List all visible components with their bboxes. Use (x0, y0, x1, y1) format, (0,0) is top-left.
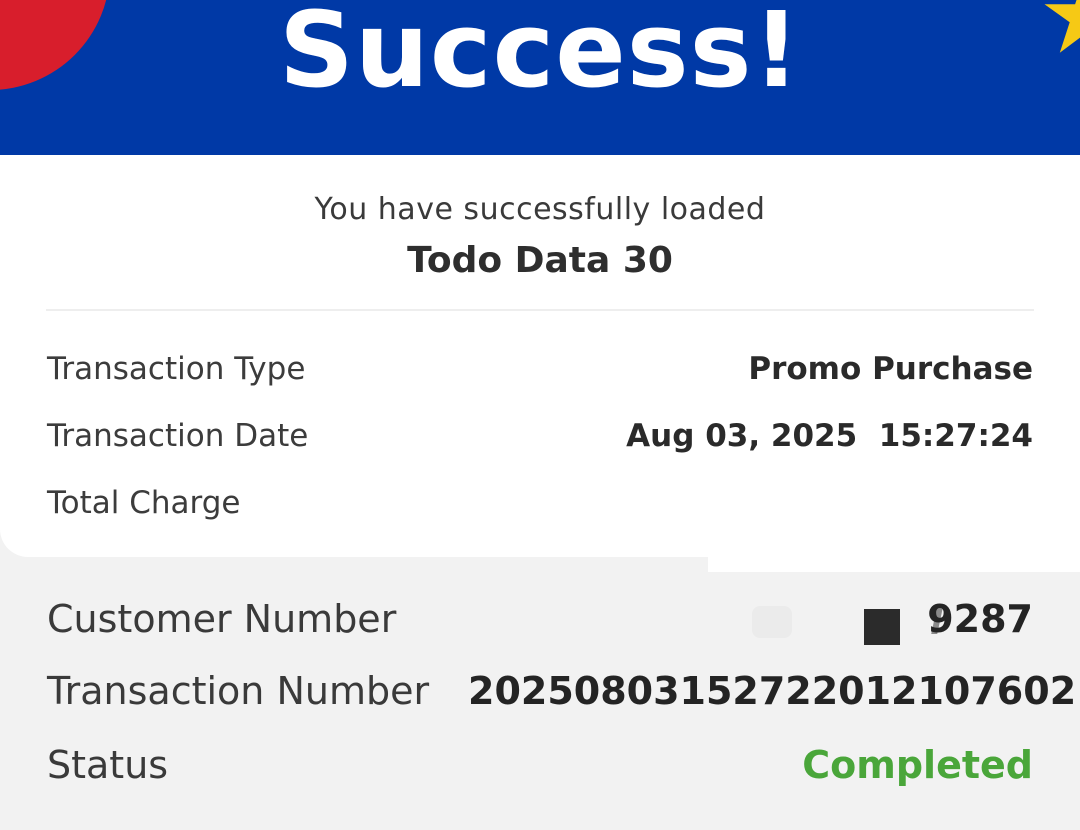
customer-number-label: Customer Number (47, 597, 397, 641)
customer-number-value: 9287 (927, 597, 1033, 641)
success-title: Success! (278, 0, 801, 111)
transaction-type-label: Transaction Type (47, 351, 306, 387)
success-banner: Success! (0, 0, 1080, 155)
transaction-number-label: Transaction Number (47, 669, 430, 713)
transaction-type-value: Promo Purchase (748, 351, 1033, 387)
total-charge-label: Total Charge (47, 485, 241, 521)
transaction-date-value: Aug 03, 2025 15:27:24 (626, 418, 1033, 454)
transaction-number-value: 202508031527220121076021821 (468, 669, 1080, 713)
divider (46, 309, 1034, 311)
redaction-smudge (752, 606, 792, 638)
product-name: Todo Data 30 (407, 240, 673, 281)
status-label: Status (47, 743, 169, 787)
loaded-message: You have successfully loaded (314, 192, 766, 227)
card-extension (708, 540, 1080, 572)
status-badge: Completed (802, 743, 1033, 787)
success-screen: Success! You have successfully loaded To… (0, 0, 1080, 830)
transaction-date-label: Transaction Date (47, 418, 309, 454)
redaction-block (864, 609, 900, 645)
